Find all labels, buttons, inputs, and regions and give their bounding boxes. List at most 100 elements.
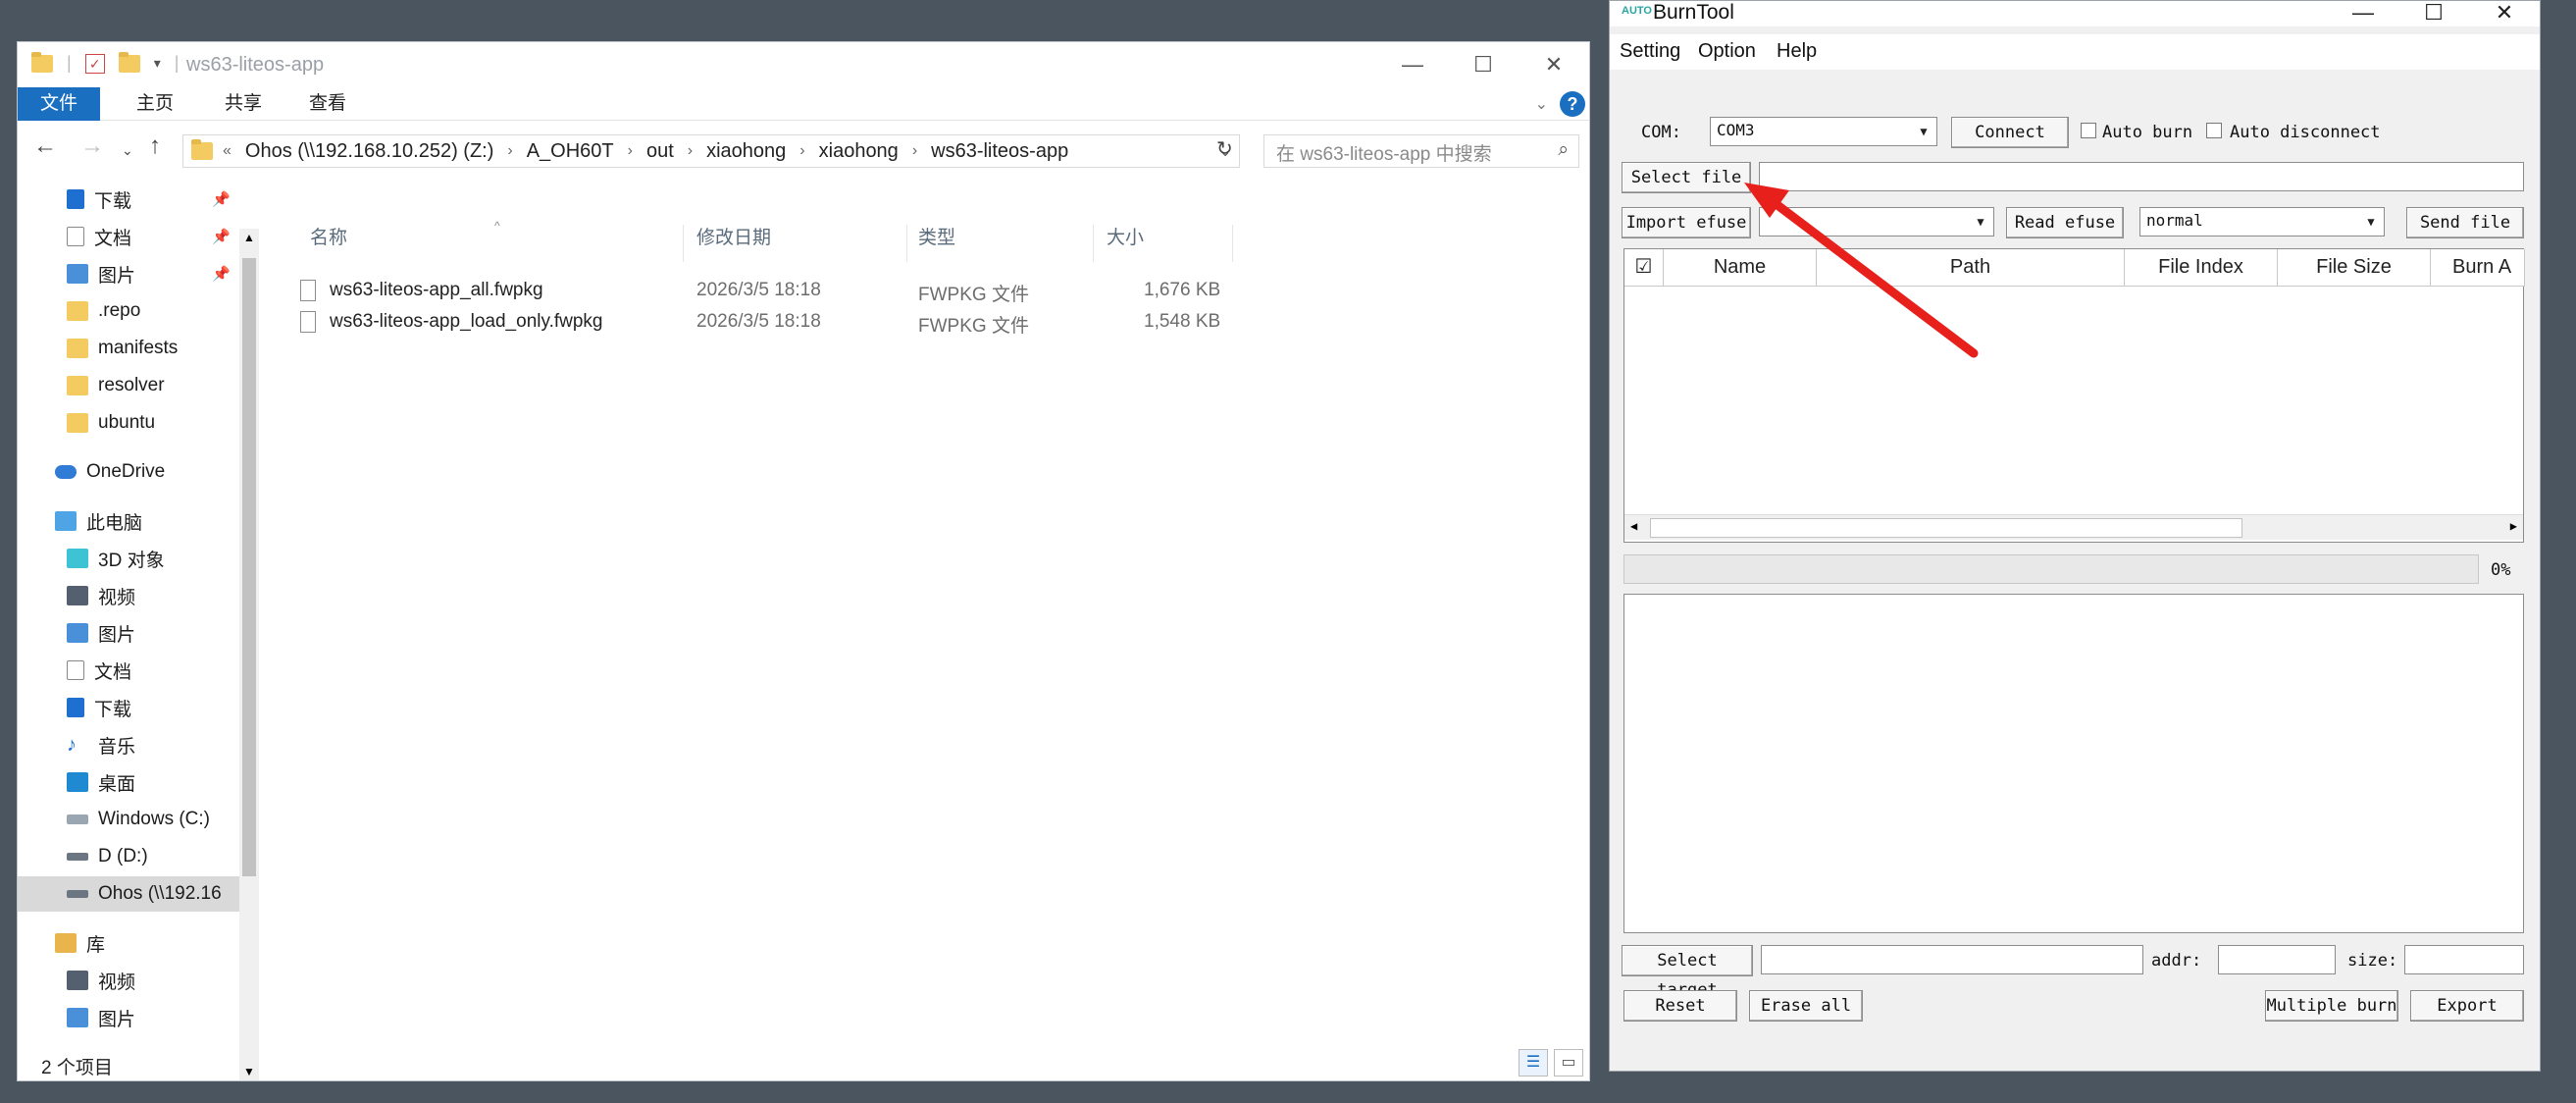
- search-input[interactable]: 在 ws63-liteos-app 中搜索 ⌕: [1263, 134, 1579, 168]
- addr-input[interactable]: [2218, 945, 2336, 974]
- forward-arrow-icon[interactable]: →: [80, 132, 104, 160]
- file-path-input[interactable]: [1759, 162, 2524, 191]
- breadcrumb-xiaohong[interactable]: xiaohong: [693, 140, 799, 163]
- multiple-burn-button[interactable]: Multiple burn: [2265, 990, 2398, 1022]
- scroll-right-icon[interactable]: ▶: [2510, 519, 2517, 533]
- select-target-button[interactable]: Select target: [1622, 945, 1753, 1000]
- nav-item-3d-objects[interactable]: 3D 对象: [18, 541, 239, 576]
- nav-item-downloads-pinned[interactable]: 下载 📌: [18, 182, 239, 217]
- properties-check-icon[interactable]: ✓: [84, 53, 105, 74]
- select-all-checkbox-icon[interactable]: ☑: [1624, 249, 1664, 287]
- expand-ribbon-icon[interactable]: ⌄: [1535, 94, 1548, 114]
- menu-setting[interactable]: Setting: [1620, 40, 1680, 63]
- nav-item-drive-d[interactable]: D (D:): [18, 839, 239, 874]
- auto-burn-checkbox[interactable]: [2081, 123, 2096, 138]
- nav-item-downloads[interactable]: 下载: [18, 690, 239, 725]
- file-row[interactable]: ws63-liteos-app_load_only.fwpkg 2026/3/5…: [300, 307, 1281, 339]
- nav-item-documents[interactable]: 文档: [18, 653, 239, 688]
- menu-option[interactable]: Option: [1698, 40, 1756, 63]
- nav-item-this-pc[interactable]: 此电脑: [18, 503, 239, 539]
- read-efuse-button[interactable]: Read efuse: [2006, 207, 2124, 238]
- nav-item-manifests[interactable]: manifests: [18, 331, 239, 366]
- nav-item-onedrive[interactable]: OneDrive: [18, 454, 239, 490]
- details-view-icon[interactable]: ☰: [1519, 1049, 1548, 1077]
- tab-share[interactable]: 共享: [204, 87, 283, 121]
- new-folder-icon[interactable]: [118, 51, 140, 73]
- column-divider[interactable]: [906, 225, 907, 262]
- maximize-button[interactable]: ☐: [2398, 1, 2469, 26]
- column-header-size[interactable]: 大小: [1107, 223, 1144, 249]
- nav-item-videos[interactable]: 视频: [18, 578, 239, 613]
- com-select[interactable]: COM3 ▼: [1710, 117, 1937, 146]
- target-input[interactable]: [1761, 945, 2143, 974]
- tab-home[interactable]: 主页: [116, 87, 194, 121]
- nav-item-ubuntu[interactable]: ubuntu: [18, 405, 239, 441]
- send-file-button[interactable]: Send file: [2406, 207, 2524, 238]
- column-divider[interactable]: [1093, 225, 1094, 262]
- search-icon[interactable]: ⌕: [1558, 139, 1569, 161]
- mode-select[interactable]: normal ▼: [2139, 207, 2385, 236]
- column-header-name[interactable]: 名称: [310, 223, 347, 249]
- log-output[interactable]: [1623, 594, 2524, 933]
- file-row[interactable]: ws63-liteos-app_all.fwpkg 2026/3/5 18:18…: [300, 276, 1281, 307]
- column-burn-addr[interactable]: Burn A: [2431, 249, 2525, 287]
- address-bar[interactable]: « Ohos (\\192.168.10.252) (Z:) › A_OH60T…: [182, 134, 1240, 168]
- nav-item-resolver[interactable]: resolver: [18, 368, 239, 403]
- connect-button[interactable]: Connect: [1951, 117, 2069, 148]
- column-header-type[interactable]: 类型: [918, 223, 955, 249]
- back-arrow-icon[interactable]: ←: [33, 132, 57, 160]
- up-arrow-icon[interactable]: ↑: [149, 132, 161, 160]
- help-icon[interactable]: ?: [1560, 91, 1585, 117]
- select-file-button[interactable]: Select file: [1622, 162, 1751, 193]
- column-divider[interactable]: [683, 225, 684, 262]
- breadcrumb-current[interactable]: ws63-liteos-app: [917, 140, 1082, 163]
- column-divider[interactable]: [1232, 225, 1233, 262]
- scroll-thumb[interactable]: [242, 258, 256, 876]
- nav-item-ohos-network-drive[interactable]: Ohos (\\192.16: [18, 876, 239, 912]
- nav-item-desktop[interactable]: 桌面: [18, 764, 239, 800]
- nav-item-lib-pictures[interactable]: 图片: [18, 1000, 239, 1035]
- breadcrumb-out[interactable]: out: [633, 140, 688, 163]
- scroll-up-icon[interactable]: ▲: [243, 231, 255, 244]
- close-button[interactable]: ✕: [1519, 42, 1589, 87]
- tab-file[interactable]: 文件: [18, 87, 100, 121]
- scroll-thumb[interactable]: [1650, 518, 2242, 538]
- export-button[interactable]: Export: [2410, 990, 2524, 1022]
- reset-button[interactable]: Reset: [1623, 990, 1737, 1022]
- close-button[interactable]: ✕: [2469, 1, 2540, 26]
- breadcrumb-a-oh60t[interactable]: A_OH60T: [513, 140, 628, 163]
- erase-all-button[interactable]: Erase all: [1749, 990, 1863, 1022]
- nav-item-lib-videos[interactable]: 视频: [18, 963, 239, 998]
- nav-item-music[interactable]: ♪ 音乐: [18, 727, 239, 762]
- maximize-button[interactable]: ☐: [1448, 42, 1519, 87]
- column-name[interactable]: Name: [1664, 249, 1817, 287]
- large-icons-view-icon[interactable]: ▭: [1554, 1049, 1583, 1077]
- breadcrumb-drive[interactable]: Ohos (\\192.168.10.252) (Z:): [232, 140, 507, 163]
- nav-item-pictures-pinned[interactable]: 图片 📌: [18, 256, 239, 291]
- column-file-index[interactable]: File Index: [2125, 249, 2278, 287]
- efuse-select[interactable]: ▼: [1759, 207, 1994, 236]
- nav-item-documents-pinned[interactable]: 文档 📌: [18, 219, 239, 254]
- nav-item-libraries[interactable]: 库: [18, 925, 239, 961]
- customize-toolbar-icon[interactable]: ▾: [154, 55, 161, 72]
- scroll-left-icon[interactable]: ◀: [1630, 519, 1637, 533]
- import-efuse-button[interactable]: Import efuse: [1622, 207, 1751, 238]
- breadcrumb-xiaohong-2[interactable]: xiaohong: [805, 140, 912, 163]
- minimize-button[interactable]: —: [1377, 42, 1448, 87]
- column-header-date[interactable]: 修改日期: [696, 223, 771, 249]
- nav-scrollbar[interactable]: ▲ ▼: [239, 229, 259, 1080]
- auto-disconnect-checkbox[interactable]: [2206, 123, 2222, 138]
- column-file-size[interactable]: File Size: [2278, 249, 2431, 287]
- table-horizontal-scrollbar[interactable]: ◀ ▶: [1624, 514, 2523, 540]
- nav-item-drive-c[interactable]: Windows (C:): [18, 802, 239, 837]
- overflow-chevron[interactable]: «: [223, 142, 232, 160]
- size-input[interactable]: [2404, 945, 2524, 974]
- minimize-button[interactable]: —: [2328, 1, 2398, 26]
- recent-locations-icon[interactable]: ⌄: [122, 142, 133, 159]
- menu-help[interactable]: Help: [1777, 40, 1817, 63]
- nav-item-pictures[interactable]: 图片: [18, 615, 239, 651]
- column-path[interactable]: Path: [1817, 249, 2125, 287]
- refresh-icon[interactable]: ↻: [1216, 136, 1233, 161]
- nav-item-repo[interactable]: .repo: [18, 293, 239, 329]
- tab-view[interactable]: 查看: [288, 87, 367, 121]
